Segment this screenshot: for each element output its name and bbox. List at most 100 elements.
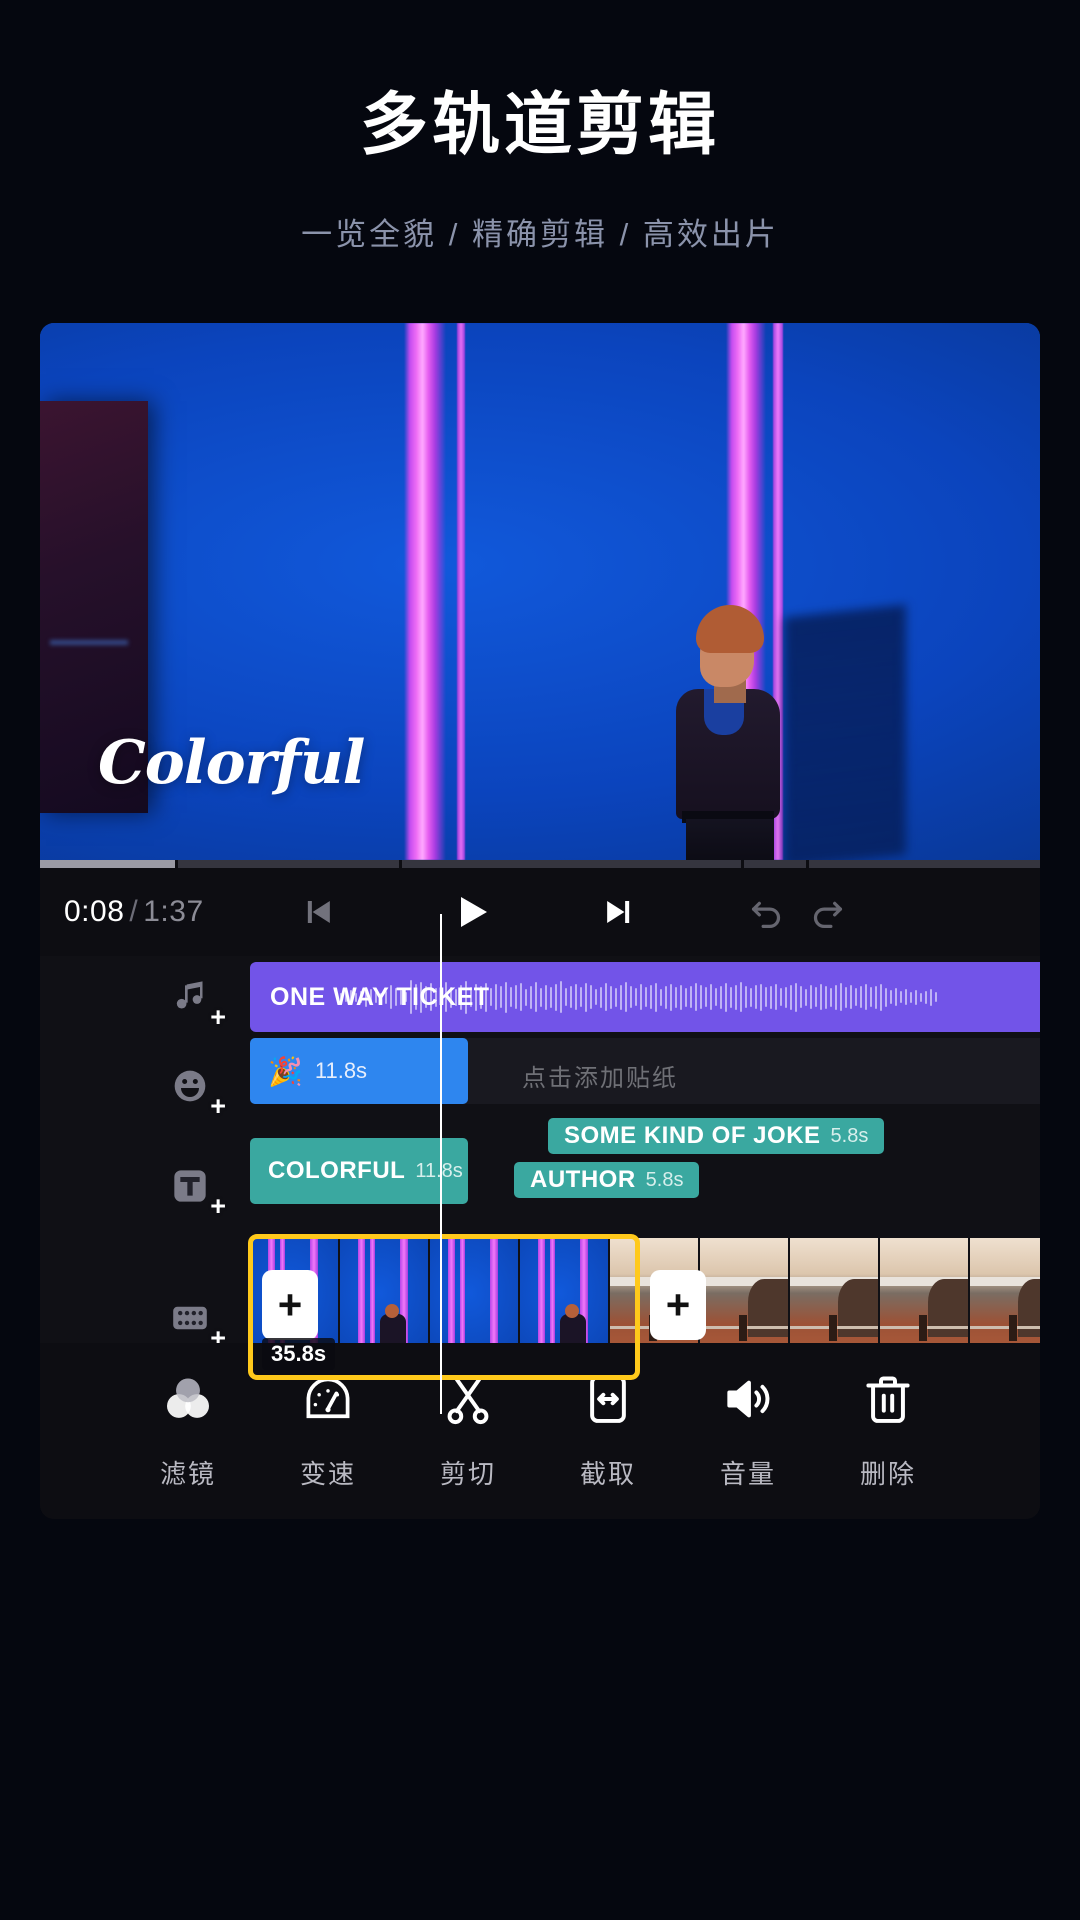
undo-icon[interactable] xyxy=(740,885,794,939)
bottom-toolbar: 滤镜 变速 剪切 截取 音量 删除 xyxy=(40,1343,1040,1519)
waveform-bar xyxy=(840,983,842,1011)
track-sticker: + 🎉 11.8s 点击添加贴纸 xyxy=(40,1038,1040,1138)
waveform-bar xyxy=(710,984,712,1010)
waveform-bar xyxy=(925,990,927,1004)
waveform-bar xyxy=(800,986,802,1008)
waveform-bar xyxy=(575,984,577,1010)
time-separator: / xyxy=(129,895,139,928)
waveform-bar xyxy=(740,982,742,1012)
skip-previous-icon[interactable] xyxy=(289,884,345,940)
waveform-bar xyxy=(515,985,517,1009)
waveform-bar xyxy=(905,989,907,1005)
sticker-hint-text[interactable]: 点击添加贴纸 xyxy=(522,1058,678,1093)
progress-segment[interactable] xyxy=(177,860,399,868)
waveform-bar xyxy=(910,991,912,1003)
skip-next-icon[interactable] xyxy=(592,884,648,940)
waveform-bar xyxy=(490,988,492,1006)
tool-crop[interactable]: 截取 xyxy=(538,1371,678,1491)
total-time: 1:37 xyxy=(143,895,204,928)
waveform-bar xyxy=(815,987,817,1007)
tool-filter[interactable]: 滤镜 xyxy=(118,1371,258,1491)
redo-icon[interactable] xyxy=(800,885,854,939)
progress-segment[interactable] xyxy=(401,860,741,868)
play-icon[interactable] xyxy=(440,881,502,943)
waveform-bar xyxy=(665,985,667,1009)
waveform-bar xyxy=(870,987,872,1007)
waveform-bar xyxy=(695,983,697,1011)
text-clip[interactable]: COLORFUL 11.8s xyxy=(250,1138,468,1204)
audio-clip[interactable]: ONE WAY TICKET xyxy=(250,962,1040,1032)
waveform-bar xyxy=(510,987,512,1007)
waveform-bar xyxy=(550,986,552,1008)
waveform-bar xyxy=(635,988,637,1006)
waveform-bar xyxy=(865,984,867,1010)
waveform-bar xyxy=(505,981,507,1013)
filter-circles-icon xyxy=(160,1371,216,1432)
waveform-bar xyxy=(690,986,692,1008)
waveform-bar xyxy=(520,983,522,1011)
waveform-bar xyxy=(555,983,557,1011)
add-badge: + xyxy=(210,1002,226,1032)
waveform-bar xyxy=(670,983,672,1011)
text-add-icon[interactable]: + xyxy=(160,1156,226,1220)
text-clip[interactable]: SOME KIND OF JOKE 5.8s xyxy=(548,1118,885,1154)
text-clip-label: AUTHOR xyxy=(530,1166,636,1193)
sticker-add-icon[interactable]: + xyxy=(160,1056,226,1120)
film-strip-add-icon[interactable]: + xyxy=(160,1288,226,1352)
waveform-bar xyxy=(730,986,732,1008)
add-badge: + xyxy=(210,1091,226,1121)
progress-segment[interactable] xyxy=(743,860,806,868)
playhead[interactable] xyxy=(440,914,442,1414)
video-clip-duration: 35.8s xyxy=(262,1338,336,1370)
tool-label: 剪切 xyxy=(439,1459,496,1489)
preview-overlay-text: Colorful xyxy=(98,728,365,798)
transport-bar: 0:08/1:37 xyxy=(40,868,1040,956)
waveform-bar xyxy=(760,983,762,1011)
waveform-bar xyxy=(570,986,572,1008)
waveform-bar xyxy=(745,986,747,1008)
waveform-bar xyxy=(775,984,777,1010)
waveform-bar xyxy=(915,989,917,1005)
waveform-bar xyxy=(500,986,502,1008)
waveform-bar xyxy=(530,985,532,1009)
text-clip-label: COLORFUL xyxy=(268,1157,406,1184)
waveform-bar xyxy=(770,985,772,1009)
tool-cut[interactable]: 剪切 xyxy=(398,1371,538,1491)
waveform-bar xyxy=(855,988,857,1006)
waveform-bar xyxy=(535,982,537,1012)
tool-speed[interactable]: 变速 xyxy=(258,1371,398,1491)
music-note-add-icon[interactable]: + xyxy=(160,967,226,1031)
waveform-bar xyxy=(580,987,582,1007)
waveform-bar xyxy=(640,984,642,1010)
page-header: 多轨道剪辑 一览全貌 / 精确剪辑 / 高效出片 xyxy=(0,0,1080,254)
tool-volume[interactable]: 音量 xyxy=(678,1371,818,1491)
preview-person xyxy=(652,605,802,860)
waveform-bar xyxy=(725,982,727,1012)
sticker-clip[interactable]: 🎉 11.8s xyxy=(250,1038,468,1104)
trim-handle-left[interactable]: + xyxy=(262,1270,318,1340)
page-subtitle: 一览全貌 / 精确剪辑 / 高效出片 xyxy=(301,216,779,252)
tool-delete[interactable]: 删除 xyxy=(818,1371,958,1491)
track-text: + COLORFUL 11.8s SOME KIND OF JOKE 5.8s … xyxy=(40,1118,1040,1238)
waveform-bar xyxy=(655,982,657,1012)
waveform-bar xyxy=(645,987,647,1007)
waveform-bar xyxy=(560,981,562,1013)
neon-stripe-icon xyxy=(457,323,465,860)
time-display: 0:08/1:37 xyxy=(64,895,204,929)
trim-handle-right[interactable]: + xyxy=(650,1270,706,1340)
preview-progress-bar[interactable] xyxy=(40,860,1040,868)
waveform-bar xyxy=(900,991,902,1003)
waveform-bar xyxy=(850,985,852,1009)
text-clip-label: SOME KIND OF JOKE xyxy=(564,1122,821,1149)
progress-segment[interactable] xyxy=(40,860,175,868)
tool-label: 音量 xyxy=(719,1459,776,1489)
speedometer-icon xyxy=(300,1371,356,1432)
scissors-icon xyxy=(440,1371,496,1432)
video-preview[interactable]: Colorful xyxy=(40,323,1040,860)
waveform-bar xyxy=(630,986,632,1008)
progress-segment[interactable] xyxy=(808,860,1040,868)
text-clip[interactable]: AUTHOR 5.8s xyxy=(514,1162,700,1198)
waveform-bar xyxy=(720,985,722,1009)
waveform-bar xyxy=(930,988,932,1006)
waveform-bar xyxy=(590,985,592,1009)
